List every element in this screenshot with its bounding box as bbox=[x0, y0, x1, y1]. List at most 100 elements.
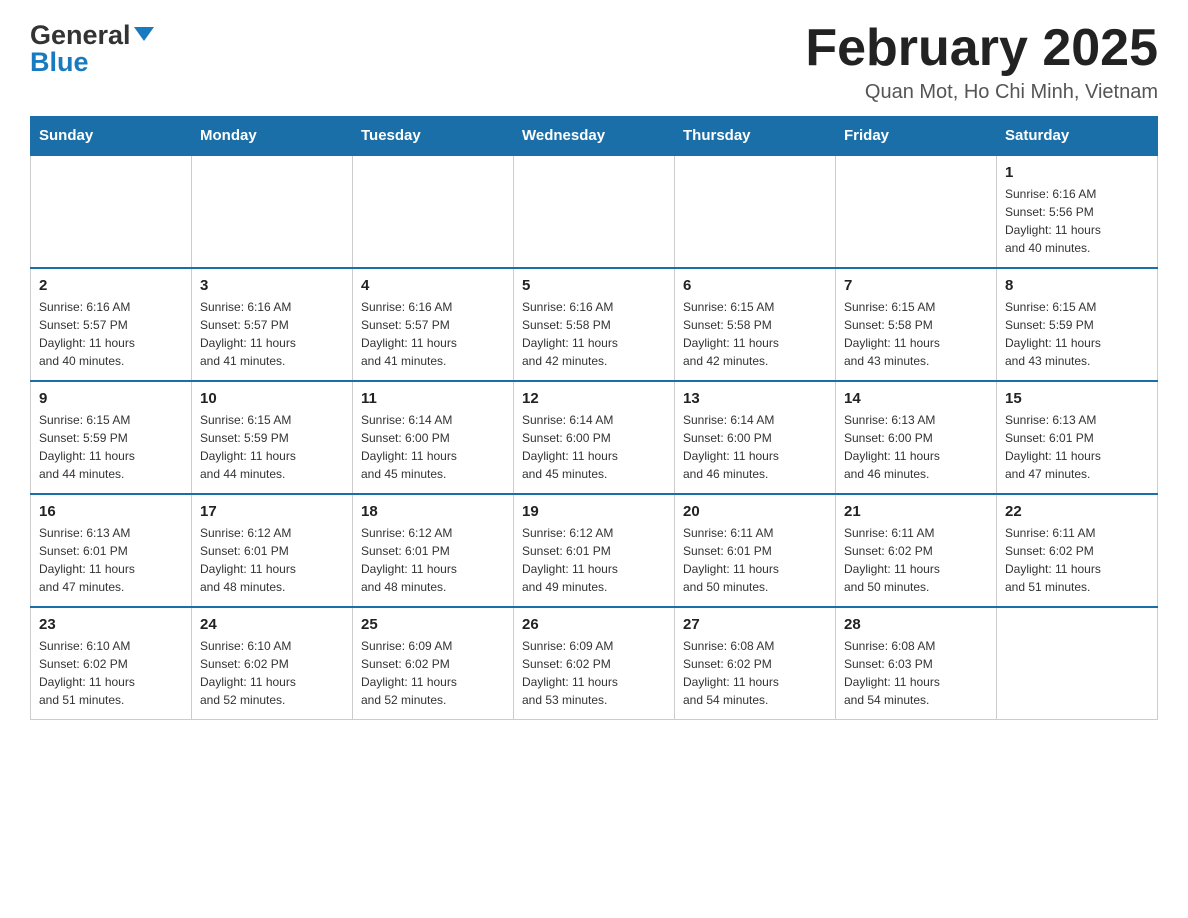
day-number: 12 bbox=[522, 390, 666, 407]
calendar-week-row: 23Sunrise: 6:10 AMSunset: 6:02 PMDayligh… bbox=[31, 607, 1158, 720]
calendar-cell: 15Sunrise: 6:13 AMSunset: 6:01 PMDayligh… bbox=[997, 381, 1158, 494]
day-info-line: and 54 minutes. bbox=[683, 691, 827, 709]
calendar-cell: 7Sunrise: 6:15 AMSunset: 5:58 PMDaylight… bbox=[836, 268, 997, 381]
day-info-line: Sunrise: 6:10 AM bbox=[39, 637, 183, 655]
day-info-line: Sunset: 6:02 PM bbox=[522, 655, 666, 673]
calendar-cell bbox=[31, 155, 192, 268]
calendar-cell: 1Sunrise: 6:16 AMSunset: 5:56 PMDaylight… bbox=[997, 155, 1158, 268]
day-info-line: and 50 minutes. bbox=[844, 578, 988, 596]
day-info-line: and 47 minutes. bbox=[1005, 465, 1149, 483]
day-info-line: Daylight: 11 hours bbox=[361, 447, 505, 465]
day-info-line: Sunset: 6:02 PM bbox=[1005, 542, 1149, 560]
calendar-cell: 13Sunrise: 6:14 AMSunset: 6:00 PMDayligh… bbox=[675, 381, 836, 494]
calendar-header-row: Sunday Monday Tuesday Wednesday Thursday… bbox=[31, 117, 1158, 156]
day-number: 2 bbox=[39, 277, 183, 294]
day-info-line: and 43 minutes. bbox=[1005, 352, 1149, 370]
day-info-line: Sunset: 5:57 PM bbox=[200, 316, 344, 334]
day-number: 10 bbox=[200, 390, 344, 407]
day-info-line: Daylight: 11 hours bbox=[361, 673, 505, 691]
day-number: 18 bbox=[361, 503, 505, 520]
calendar-cell: 28 Sunrise: 6:08 AMSunset: 6:03 PMDayligh… bbox=[836, 607, 997, 720]
day-info-line: Sunrise: 6:09 AM bbox=[522, 637, 666, 655]
calendar-cell bbox=[836, 155, 997, 268]
day-number: 15 bbox=[1005, 390, 1149, 407]
day-info-line: Sunrise: 6:12 AM bbox=[361, 524, 505, 542]
day-info-line: Daylight: 11 hours bbox=[39, 447, 183, 465]
day-info-line: Sunset: 5:58 PM bbox=[683, 316, 827, 334]
calendar-cell: 18 Sunrise: 6:12 AMSunset: 6:01 PMDayligh… bbox=[353, 494, 514, 607]
day-info-line: Daylight: 11 hours bbox=[361, 560, 505, 578]
calendar-cell: 3 Sunrise: 6:16 AMSunset: 5:57 PMDaylight… bbox=[192, 268, 353, 381]
day-number: 28 bbox=[844, 616, 988, 633]
day-info-line: Sunrise: 6:14 AM bbox=[522, 411, 666, 429]
calendar-cell: 2Sunrise: 6:16 AMSunset: 5:57 PMDaylight… bbox=[31, 268, 192, 381]
day-info-line: Sunset: 6:02 PM bbox=[683, 655, 827, 673]
calendar-cell: 17 Sunrise: 6:12 AMSunset: 6:01 PMDayligh… bbox=[192, 494, 353, 607]
col-thursday: Thursday bbox=[675, 117, 836, 156]
calendar-week-row: 1Sunrise: 6:16 AMSunset: 5:56 PMDaylight… bbox=[31, 155, 1158, 268]
day-number: 11 bbox=[361, 390, 505, 407]
calendar-cell: 23Sunrise: 6:10 AMSunset: 6:02 PMDayligh… bbox=[31, 607, 192, 720]
day-number: 21 bbox=[844, 503, 988, 520]
day-info-line: Sunset: 6:01 PM bbox=[683, 542, 827, 560]
col-wednesday: Wednesday bbox=[514, 117, 675, 156]
day-info-line: Sunrise: 6:13 AM bbox=[39, 524, 183, 542]
calendar-cell: 26Sunrise: 6:09 AMSunset: 6:02 PMDayligh… bbox=[514, 607, 675, 720]
day-number: 17 bbox=[200, 503, 344, 520]
page-header: General Blue February 2025 Quan Mot, Ho … bbox=[30, 20, 1158, 104]
day-info-line: and 51 minutes. bbox=[1005, 578, 1149, 596]
day-info-line: Sunrise: 6:15 AM bbox=[200, 411, 344, 429]
day-info-line: Sunrise: 6:12 AM bbox=[200, 524, 344, 542]
calendar-cell bbox=[997, 607, 1158, 720]
day-info-line: Daylight: 11 hours bbox=[844, 673, 988, 691]
day-info-line: Sunset: 5:56 PM bbox=[1005, 203, 1149, 221]
day-info-line: and 48 minutes. bbox=[200, 578, 344, 596]
day-info-line: Daylight: 11 hours bbox=[522, 334, 666, 352]
day-info-line: and 43 minutes. bbox=[844, 352, 988, 370]
col-monday: Monday bbox=[192, 117, 353, 156]
day-info-line: and 40 minutes. bbox=[1005, 239, 1149, 257]
day-info-line: Sunset: 6:01 PM bbox=[200, 542, 344, 560]
day-info-line: Sunrise: 6:15 AM bbox=[39, 411, 183, 429]
day-info-line: Sunrise: 6:08 AM bbox=[844, 637, 988, 655]
calendar-cell: 8Sunrise: 6:15 AMSunset: 5:59 PMDaylight… bbox=[997, 268, 1158, 381]
day-number: 20 bbox=[683, 503, 827, 520]
day-info-line: Daylight: 11 hours bbox=[1005, 447, 1149, 465]
day-number: 3 bbox=[200, 277, 344, 294]
calendar-cell bbox=[514, 155, 675, 268]
day-info-line: and 45 minutes. bbox=[361, 465, 505, 483]
day-info-line: Daylight: 11 hours bbox=[39, 560, 183, 578]
day-info-line: Sunset: 6:01 PM bbox=[522, 542, 666, 560]
calendar-week-row: 9Sunrise: 6:15 AMSunset: 5:59 PMDaylight… bbox=[31, 381, 1158, 494]
day-info-line: and 52 minutes. bbox=[200, 691, 344, 709]
calendar-cell: 21Sunrise: 6:11 AMSunset: 6:02 PMDayligh… bbox=[836, 494, 997, 607]
day-info-line: and 41 minutes. bbox=[200, 352, 344, 370]
col-saturday: Saturday bbox=[997, 117, 1158, 156]
day-info-line: and 50 minutes. bbox=[683, 578, 827, 596]
day-info-line: and 49 minutes. bbox=[522, 578, 666, 596]
day-info-line: Sunset: 6:01 PM bbox=[361, 542, 505, 560]
day-info-line: Sunset: 6:01 PM bbox=[1005, 429, 1149, 447]
day-info-line: Daylight: 11 hours bbox=[200, 560, 344, 578]
day-info-line: Daylight: 11 hours bbox=[200, 673, 344, 691]
calendar-cell: 16Sunrise: 6:13 AMSunset: 6:01 PMDayligh… bbox=[31, 494, 192, 607]
day-info-line: and 45 minutes. bbox=[522, 465, 666, 483]
day-info-line: Daylight: 11 hours bbox=[200, 334, 344, 352]
day-info-line: Sunset: 6:03 PM bbox=[844, 655, 988, 673]
day-info-line: Sunrise: 6:11 AM bbox=[1005, 524, 1149, 542]
day-number: 19 bbox=[522, 503, 666, 520]
day-number: 26 bbox=[522, 616, 666, 633]
day-info-line: Sunset: 6:00 PM bbox=[361, 429, 505, 447]
month-title: February 2025 bbox=[805, 20, 1158, 77]
day-info-line: Daylight: 11 hours bbox=[1005, 221, 1149, 239]
day-info-line: Sunset: 6:02 PM bbox=[200, 655, 344, 673]
day-info-line: Sunrise: 6:14 AM bbox=[683, 411, 827, 429]
day-number: 6 bbox=[683, 277, 827, 294]
day-info-line: Daylight: 11 hours bbox=[1005, 334, 1149, 352]
calendar-cell bbox=[192, 155, 353, 268]
day-info-line: Sunset: 5:59 PM bbox=[1005, 316, 1149, 334]
col-tuesday: Tuesday bbox=[353, 117, 514, 156]
calendar-cell: 19Sunrise: 6:12 AMSunset: 6:01 PMDayligh… bbox=[514, 494, 675, 607]
day-info-line: Sunrise: 6:16 AM bbox=[200, 298, 344, 316]
day-info-line: Sunset: 6:00 PM bbox=[844, 429, 988, 447]
